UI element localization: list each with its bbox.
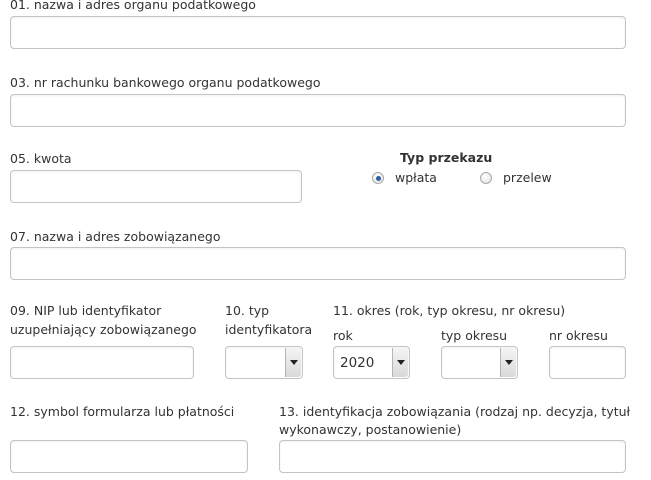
field-07-obligor-name[interactable]: [10, 247, 626, 280]
select-11-rok[interactable]: 2020: [333, 346, 410, 379]
transfer-type-title: Typ przekazu: [400, 150, 493, 165]
field-03-bank-account[interactable]: [10, 94, 626, 127]
triangle-down-icon: [285, 348, 301, 377]
field-09-nip[interactable]: [10, 346, 194, 379]
label-13-line1: 13. identyfikacja zobowiązania (rodzaj n…: [279, 404, 631, 419]
field-01-organ-name[interactable]: [10, 16, 626, 49]
radio-label-przelew[interactable]: przelew: [503, 170, 552, 186]
label-03: 03. nr rachunku bankowego organu podatko…: [10, 75, 321, 90]
label-01: 01. nazwa i adres organu podatkowego: [10, 0, 256, 12]
label-11-typ-okresu: typ okresu: [441, 328, 508, 343]
select-10-identifier-type[interactable]: [225, 346, 303, 379]
label-10-line1: 10. typ: [225, 303, 270, 318]
label-11: 11. okres (rok, typ okresu, nr okresu): [333, 303, 566, 318]
triangle-down-icon: [392, 348, 408, 377]
label-05: 05. kwota: [10, 151, 72, 166]
label-12: 12. symbol formularza lub płatności: [10, 404, 235, 419]
select-11-rok-value: 2020: [340, 354, 375, 371]
payment-form: 01. nazwa i adres organu podatkowego 03.…: [0, 0, 651, 480]
radio-przelew[interactable]: [480, 172, 492, 184]
label-09-line1: 09. NIP lub identyfikator: [10, 303, 162, 318]
label-11-nr-okresu: nr okresu: [549, 328, 608, 343]
triangle-down-icon: [500, 348, 516, 377]
field-05-amount[interactable]: [10, 170, 302, 203]
radio-label-wplata[interactable]: wpłata: [395, 170, 437, 186]
field-11-nr-okresu[interactable]: [549, 346, 626, 379]
field-13-obligation-id[interactable]: [279, 440, 626, 473]
select-11-typ-okresu[interactable]: [441, 346, 518, 379]
label-11-rok: rok: [333, 328, 353, 343]
label-09-line2: uzupełniający zobowiązanego: [10, 322, 197, 337]
field-12-form-symbol[interactable]: [10, 440, 248, 473]
radio-wplata[interactable]: [372, 172, 384, 184]
label-13-line2: wykonawczy, postanowienie): [279, 422, 462, 437]
label-10-line2: identyfikatora: [225, 322, 313, 337]
label-07: 07. nazwa i adres zobowiązanego: [10, 229, 221, 244]
